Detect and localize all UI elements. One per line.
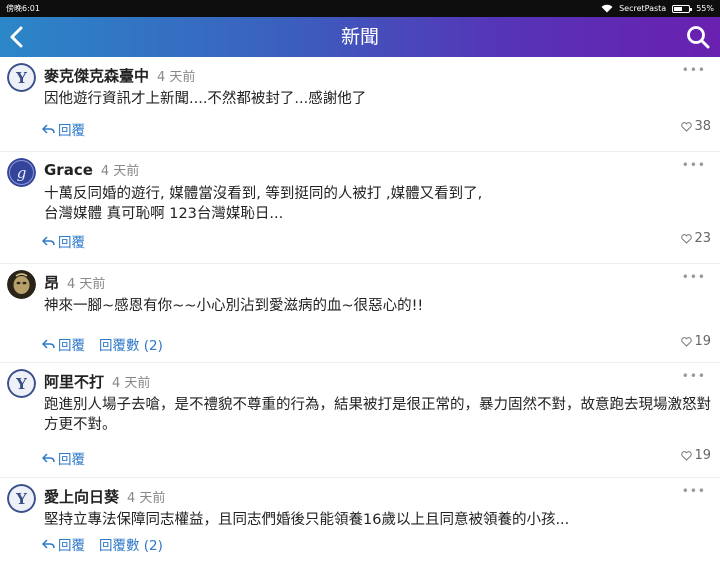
status-carrier: SecretPasta <box>619 4 667 13</box>
more-options-icon[interactable]: ••• <box>682 158 706 172</box>
like-count: 23 <box>694 231 711 246</box>
comment-item: g Grace 4 天前 ••• 十萬反同婚的遊行, 媒體當沒看到, 等到挺同的人… <box>0 152 720 264</box>
svg-text:Y: Y <box>15 375 27 393</box>
app-bar: 新聞 <box>0 17 720 57</box>
like-count: 19 <box>694 448 711 463</box>
status-bar: 傍晚6:01 SecretPasta 55% <box>0 0 720 17</box>
reply-icon <box>42 339 55 349</box>
view-replies-button[interactable]: 回覆數 (2) <box>99 334 163 354</box>
heart-icon <box>681 233 693 244</box>
like-button[interactable]: 19 <box>681 448 711 463</box>
reply-button[interactable]: 回覆 <box>42 119 85 139</box>
comment-item: Y 麥克傑克森臺中 4 天前 ••• 因他遊行資訊才上新聞....不然都被封了..… <box>0 57 720 152</box>
wifi-icon <box>601 4 613 13</box>
comment-item: Y 愛上向日葵 4 天前 ••• 堅持立專法保障同志權益，且同志們婚後只能領養16… <box>0 478 720 588</box>
reply-icon <box>42 124 55 134</box>
battery-icon <box>672 4 693 13</box>
reply-button[interactable]: 回覆 <box>42 534 85 554</box>
comment-time: 4 天前 <box>127 491 166 506</box>
svg-text:g: g <box>17 164 27 182</box>
like-button[interactable]: 38 <box>681 119 711 134</box>
heart-icon <box>681 121 693 132</box>
heart-icon <box>681 450 693 461</box>
comment-author[interactable]: 阿里不打 4 天前 <box>44 371 150 392</box>
avatar: g <box>7 158 36 187</box>
comment-text: 堅持立專法保障同志權益，且同志們婚後只能領養16歲以上且同意被領養的小孩... <box>44 512 570 528</box>
avatar: Y <box>7 369 36 398</box>
comment-item: Y 阿里不打 4 天前 ••• 跑進別人場子去嗆，是不禮貌不尊重的行為，結果被打是… <box>0 363 720 478</box>
battery-percent: 55% <box>696 4 714 13</box>
svg-text:Y: Y <box>15 69 27 87</box>
avatar: Y <box>7 63 36 92</box>
like-button[interactable]: 19 <box>681 334 711 349</box>
like-count: 38 <box>694 119 711 134</box>
avatar <box>7 270 36 299</box>
avatar: Y <box>7 484 36 513</box>
like-button[interactable]: 23 <box>681 231 711 246</box>
comment-author[interactable]: 昂4 天前 <box>44 272 105 293</box>
reply-button[interactable]: 回覆 <box>42 448 85 468</box>
comment-text: 因他遊行資訊才上新聞....不然都被封了...感謝他了 <box>44 91 367 107</box>
reply-button[interactable]: 回覆 <box>42 231 85 251</box>
page-title: 新聞 <box>340 26 379 48</box>
comment-time: 4 天前 <box>157 70 196 85</box>
comment-list: Y 麥克傑克森臺中 4 天前 ••• 因他遊行資訊才上新聞....不然都被封了..… <box>0 57 720 588</box>
comment-item: 昂4 天前 ••• 神來一腳~感恩有你~~小心別沾到愛滋病的血~很惡心的!! 回… <box>0 264 720 363</box>
more-options-icon[interactable]: ••• <box>682 484 706 498</box>
comment-author[interactable]: 麥克傑克森臺中 4 天前 <box>44 65 195 86</box>
battery-level <box>674 6 682 11</box>
more-options-icon[interactable]: ••• <box>682 369 706 383</box>
more-options-icon[interactable]: ••• <box>682 63 706 77</box>
comment-time: 4 天前 <box>67 277 106 292</box>
svg-text:Y: Y <box>15 490 27 508</box>
comment-time: 4 天前 <box>112 376 151 391</box>
comment-text: 神來一腳~感恩有你~~小心別沾到愛滋病的血~很惡心的!! <box>44 298 424 314</box>
more-options-icon[interactable]: ••• <box>682 270 706 284</box>
reply-icon <box>42 453 55 463</box>
reply-button[interactable]: 回覆 <box>42 334 85 354</box>
comment-time: 4 天前 <box>100 164 140 179</box>
status-time: 傍晚6:01 <box>6 4 40 13</box>
reply-icon <box>42 236 55 246</box>
view-replies-button[interactable]: 回覆數 (2) <box>99 534 163 554</box>
comment-author[interactable]: Grace 4 天前 <box>44 160 139 179</box>
comment-author[interactable]: 愛上向日葵 4 天前 <box>44 486 165 507</box>
like-count: 19 <box>694 334 711 349</box>
search-icon[interactable] <box>684 23 712 51</box>
comment-text: 跑進別人場子去嗆，是不禮貌不尊重的行為，結果被打是很正常的，暴力固然不對，故意跑… <box>44 397 711 433</box>
comment-text: 十萬反同婚的遊行, 媒體當沒看到, 等到挺同的人被打 ,媒體又看到了, 台灣媒體… <box>44 186 483 222</box>
heart-icon <box>681 336 693 347</box>
